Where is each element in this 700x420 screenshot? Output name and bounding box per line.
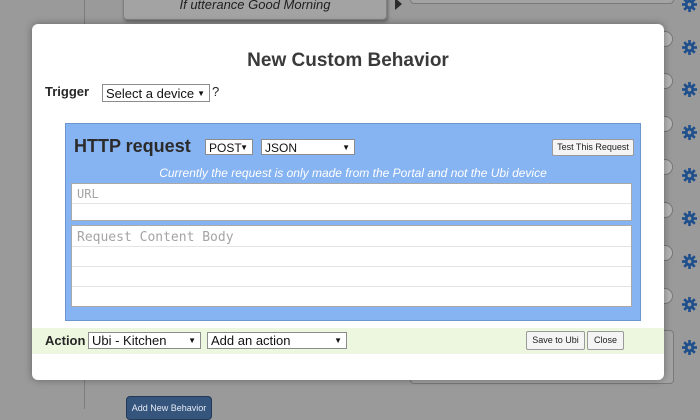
add-action-value: Add an action <box>211 333 291 348</box>
utterance-block[interactable]: If utterance Good Morning <box>123 0 387 20</box>
gear-icon[interactable] <box>682 211 697 226</box>
gear-icon[interactable] <box>682 82 697 97</box>
http-request-title: HTTP request <box>74 136 191 156</box>
action-label: Action <box>45 333 86 348</box>
play-arrow-icon[interactable] <box>395 0 402 10</box>
action-device-select[interactable]: Ubi - Kitchen ▼ <box>88 332 201 349</box>
http-method-select[interactable]: POST ▼ <box>205 139 253 155</box>
gear-icon[interactable] <box>682 254 697 269</box>
content-format-value: JSON <box>265 141 298 155</box>
body-placeholder: Request Content Body <box>77 230 234 245</box>
url-input[interactable]: URL <box>71 183 632 221</box>
close-button[interactable]: Close <box>587 331 624 350</box>
behavior-box <box>410 0 674 4</box>
action-device-value: Ubi - Kitchen <box>92 333 167 348</box>
dropdown-arrow-icon: ▼ <box>342 143 350 152</box>
dropdown-arrow-icon: ▼ <box>240 143 248 152</box>
http-request-panel: HTTP request POST ▼ JSON ▼ Test This Req… <box>65 123 641 321</box>
row-toggle[interactable] <box>664 245 673 261</box>
trigger-help[interactable]: ? <box>212 84 219 99</box>
gear-icon[interactable] <box>682 0 697 12</box>
gear-icon[interactable] <box>682 168 697 183</box>
add-new-behavior-button[interactable]: Add New Behavior <box>126 396 212 420</box>
request-body-input[interactable]: Request Content Body <box>71 225 632 307</box>
trigger-device-select[interactable]: Select a device ▼ <box>102 84 210 102</box>
field-rule <box>72 203 631 204</box>
gear-icon[interactable] <box>682 297 697 312</box>
field-rule <box>72 286 631 287</box>
row-toggle[interactable] <box>664 288 673 304</box>
request-note: Currently the request is only made from … <box>159 166 547 180</box>
trigger-device-value: Select a device <box>106 86 195 101</box>
save-to-ubi-button[interactable]: Save to Ubi <box>526 331 585 350</box>
test-request-button[interactable]: Test This Request <box>552 139 634 156</box>
gear-icon[interactable] <box>682 40 697 55</box>
action-bar: Action Ubi - Kitchen ▼ Add an action ▼ S… <box>32 328 664 354</box>
dropdown-arrow-icon: ▼ <box>334 336 342 345</box>
content-format-select[interactable]: JSON ▼ <box>261 139 355 155</box>
row-toggle[interactable] <box>664 202 673 218</box>
dialog-title: New Custom Behavior <box>247 50 449 71</box>
row-toggle[interactable] <box>664 159 673 175</box>
row-toggle[interactable] <box>664 116 673 132</box>
trigger-label: Trigger <box>45 84 90 99</box>
dropdown-arrow-icon: ▼ <box>188 336 196 345</box>
row-toggle[interactable] <box>664 31 673 47</box>
field-rule <box>72 266 631 267</box>
gear-icon[interactable] <box>682 340 697 355</box>
url-placeholder: URL <box>77 187 99 201</box>
field-rule <box>72 246 631 247</box>
dropdown-arrow-icon: ▼ <box>197 89 205 98</box>
new-behavior-dialog: New Custom Behavior Trigger Select a dev… <box>32 24 664 380</box>
http-method-value: POST <box>209 141 242 155</box>
add-action-select[interactable]: Add an action ▼ <box>207 332 347 349</box>
row-toggle[interactable] <box>664 73 673 89</box>
gear-icon[interactable] <box>682 125 697 140</box>
